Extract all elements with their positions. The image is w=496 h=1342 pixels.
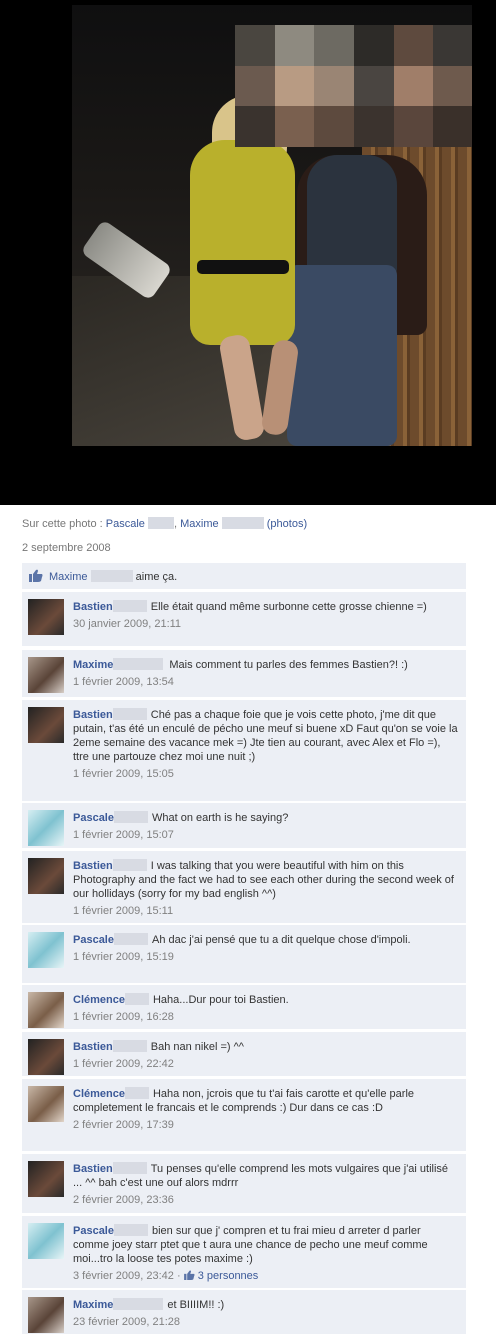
redacted-surname [112, 708, 147, 720]
tag-link-pascale[interactable]: Pascale [106, 518, 145, 530]
comment-author-link[interactable]: Bastien [73, 601, 113, 613]
comment-author-link[interactable]: Pascale [73, 812, 114, 824]
photo-man-shirt [307, 155, 397, 275]
thumbs-up-icon [29, 569, 43, 582]
avatar[interactable] [28, 1086, 64, 1122]
comment: Maxime Mais comment tu parles des femmes … [22, 650, 466, 697]
comment-text: et BIIIIM!! :) [167, 1299, 225, 1311]
avatar[interactable] [28, 992, 64, 1028]
redacted-surname [113, 811, 148, 823]
redacted-surname [113, 933, 148, 945]
photos-link[interactable]: (photos) [267, 518, 307, 530]
comment-timestamp: 1 février 2009, 15:11 [73, 905, 174, 917]
comment-text: Bah nan nikel =) ^^ [150, 1041, 244, 1053]
comment: Bastien Tu penses qu'elle comprend les mo… [22, 1154, 466, 1213]
comment-author-link[interactable]: Bastien [73, 860, 113, 872]
redacted-surname [124, 993, 149, 1005]
avatar[interactable] [28, 858, 64, 894]
comment: Pascale bien sur que j' compren et tu fra… [22, 1216, 466, 1288]
comment-timestamp: 1 février 2009, 15:07 [73, 829, 174, 841]
comment-timestamp: 2 février 2009, 23:36 [73, 1194, 174, 1206]
like-separator: · [173, 1270, 184, 1282]
comment-timestamp: 2 février 2009, 17:39 [73, 1119, 174, 1131]
redacted-surname [147, 517, 174, 529]
avatar[interactable] [28, 810, 64, 846]
photo-woman-dress [190, 140, 295, 345]
comment: Bastien I was talking that you were beaut… [22, 851, 466, 923]
redacted-surname [112, 1040, 147, 1052]
comment-timestamp: 1 février 2009, 15:05 [73, 768, 174, 780]
redacted-surname [124, 1087, 149, 1099]
redacted-surname [90, 570, 133, 582]
likes-box: Maxime aime ça. [22, 563, 466, 590]
photo-belt [197, 260, 289, 274]
comment-time-text: 3 février 2009, 23:42 [73, 1270, 174, 1282]
comment-timestamp: 1 février 2009, 15:19 [73, 951, 174, 963]
comment: Pascale What on earth is he saying? 1 fév… [22, 803, 466, 848]
comment: Clémence Haha...Dur pour toi Bastien. 1 f… [22, 985, 466, 1029]
main-photo[interactable] [72, 5, 472, 446]
avatar[interactable] [28, 1039, 64, 1075]
tags-separator: , [173, 518, 178, 530]
comment: Bastien Elle était quand même surbonne ce… [22, 592, 466, 646]
comment-author-link[interactable]: Pascale [73, 1225, 114, 1237]
avatar[interactable] [28, 599, 64, 635]
avatar[interactable] [28, 1223, 64, 1259]
comment-timestamp: 30 janvier 2009, 21:11 [73, 618, 182, 630]
photo-date: 2 septembre 2008 [22, 542, 111, 554]
redacted-surname [112, 600, 147, 612]
avatar[interactable] [28, 932, 64, 968]
tags-prefix: Sur cette photo : [22, 518, 106, 530]
comment-timestamp: 3 février 2009, 23:42 · 3 personnes [73, 1269, 458, 1283]
pixelated-faces [235, 25, 472, 147]
photo-background [0, 0, 496, 505]
comment-text: Elle était quand même surbonne cette gro… [150, 601, 427, 613]
comment-text: What on earth is he saying? [151, 812, 289, 824]
comment-text: Mais comment tu parles des femmes Bastie… [169, 659, 408, 671]
comment-text: Haha...Dur pour toi Bastien. [152, 994, 289, 1006]
redacted-surname [113, 1298, 164, 1310]
likes-text: aime ça. [135, 571, 178, 583]
comment-timestamp: 1 février 2009, 16:28 [73, 1011, 174, 1023]
photo-tags: Sur cette photo : Pascale , Maxime (phot… [22, 517, 307, 530]
redacted-surname [113, 658, 164, 670]
redacted-surname [112, 1162, 147, 1174]
comment: Bastien Bah nan nikel =) ^^ 1 février 200… [22, 1032, 466, 1076]
tag-link-maxime[interactable]: Maxime [180, 518, 219, 530]
avatar[interactable] [28, 1297, 64, 1333]
avatar[interactable] [28, 1161, 64, 1197]
like-user-link[interactable]: Maxime [49, 571, 88, 583]
comment-author-link[interactable]: Clémence [73, 994, 125, 1006]
comment-author-link[interactable]: Clémence [73, 1088, 125, 1100]
avatar[interactable] [28, 657, 64, 693]
thumbs-up-icon [183, 1270, 195, 1280]
comment: Clémence Haha non, jcrois que tu t'ai fai… [22, 1079, 466, 1151]
comment: Maxime et BIIIIM!! :) 23 février 2009, 21… [22, 1290, 466, 1334]
comment-timestamp: 1 février 2009, 13:54 [73, 676, 174, 688]
comment-likes-link[interactable]: 3 personnes [198, 1270, 259, 1282]
redacted-surname [113, 1224, 148, 1236]
comment-timestamp: 23 février 2009, 21:28 [73, 1316, 181, 1328]
comment-author-link[interactable]: Bastien [73, 1041, 113, 1053]
redacted-surname [112, 859, 147, 871]
comment: Bastien Ché pas a chaque foie que je vois… [22, 700, 466, 801]
avatar[interactable] [28, 707, 64, 743]
comment: Pascale Ah dac j'ai pensé que tu a dit qu… [22, 925, 466, 983]
comment-text: Ah dac j'ai pensé que tu a dit quelque c… [151, 934, 411, 946]
comment-author-link[interactable]: Maxime [73, 1299, 113, 1311]
comment-author-link[interactable]: Pascale [73, 934, 114, 946]
photo-man-jeans [287, 265, 397, 446]
comment-author-link[interactable]: Bastien [73, 709, 113, 721]
comment-timestamp: 1 février 2009, 22:42 [73, 1058, 174, 1070]
comment-author-link[interactable]: Bastien [73, 1163, 113, 1175]
comment-author-link[interactable]: Maxime [73, 659, 113, 671]
redacted-surname [221, 517, 264, 529]
